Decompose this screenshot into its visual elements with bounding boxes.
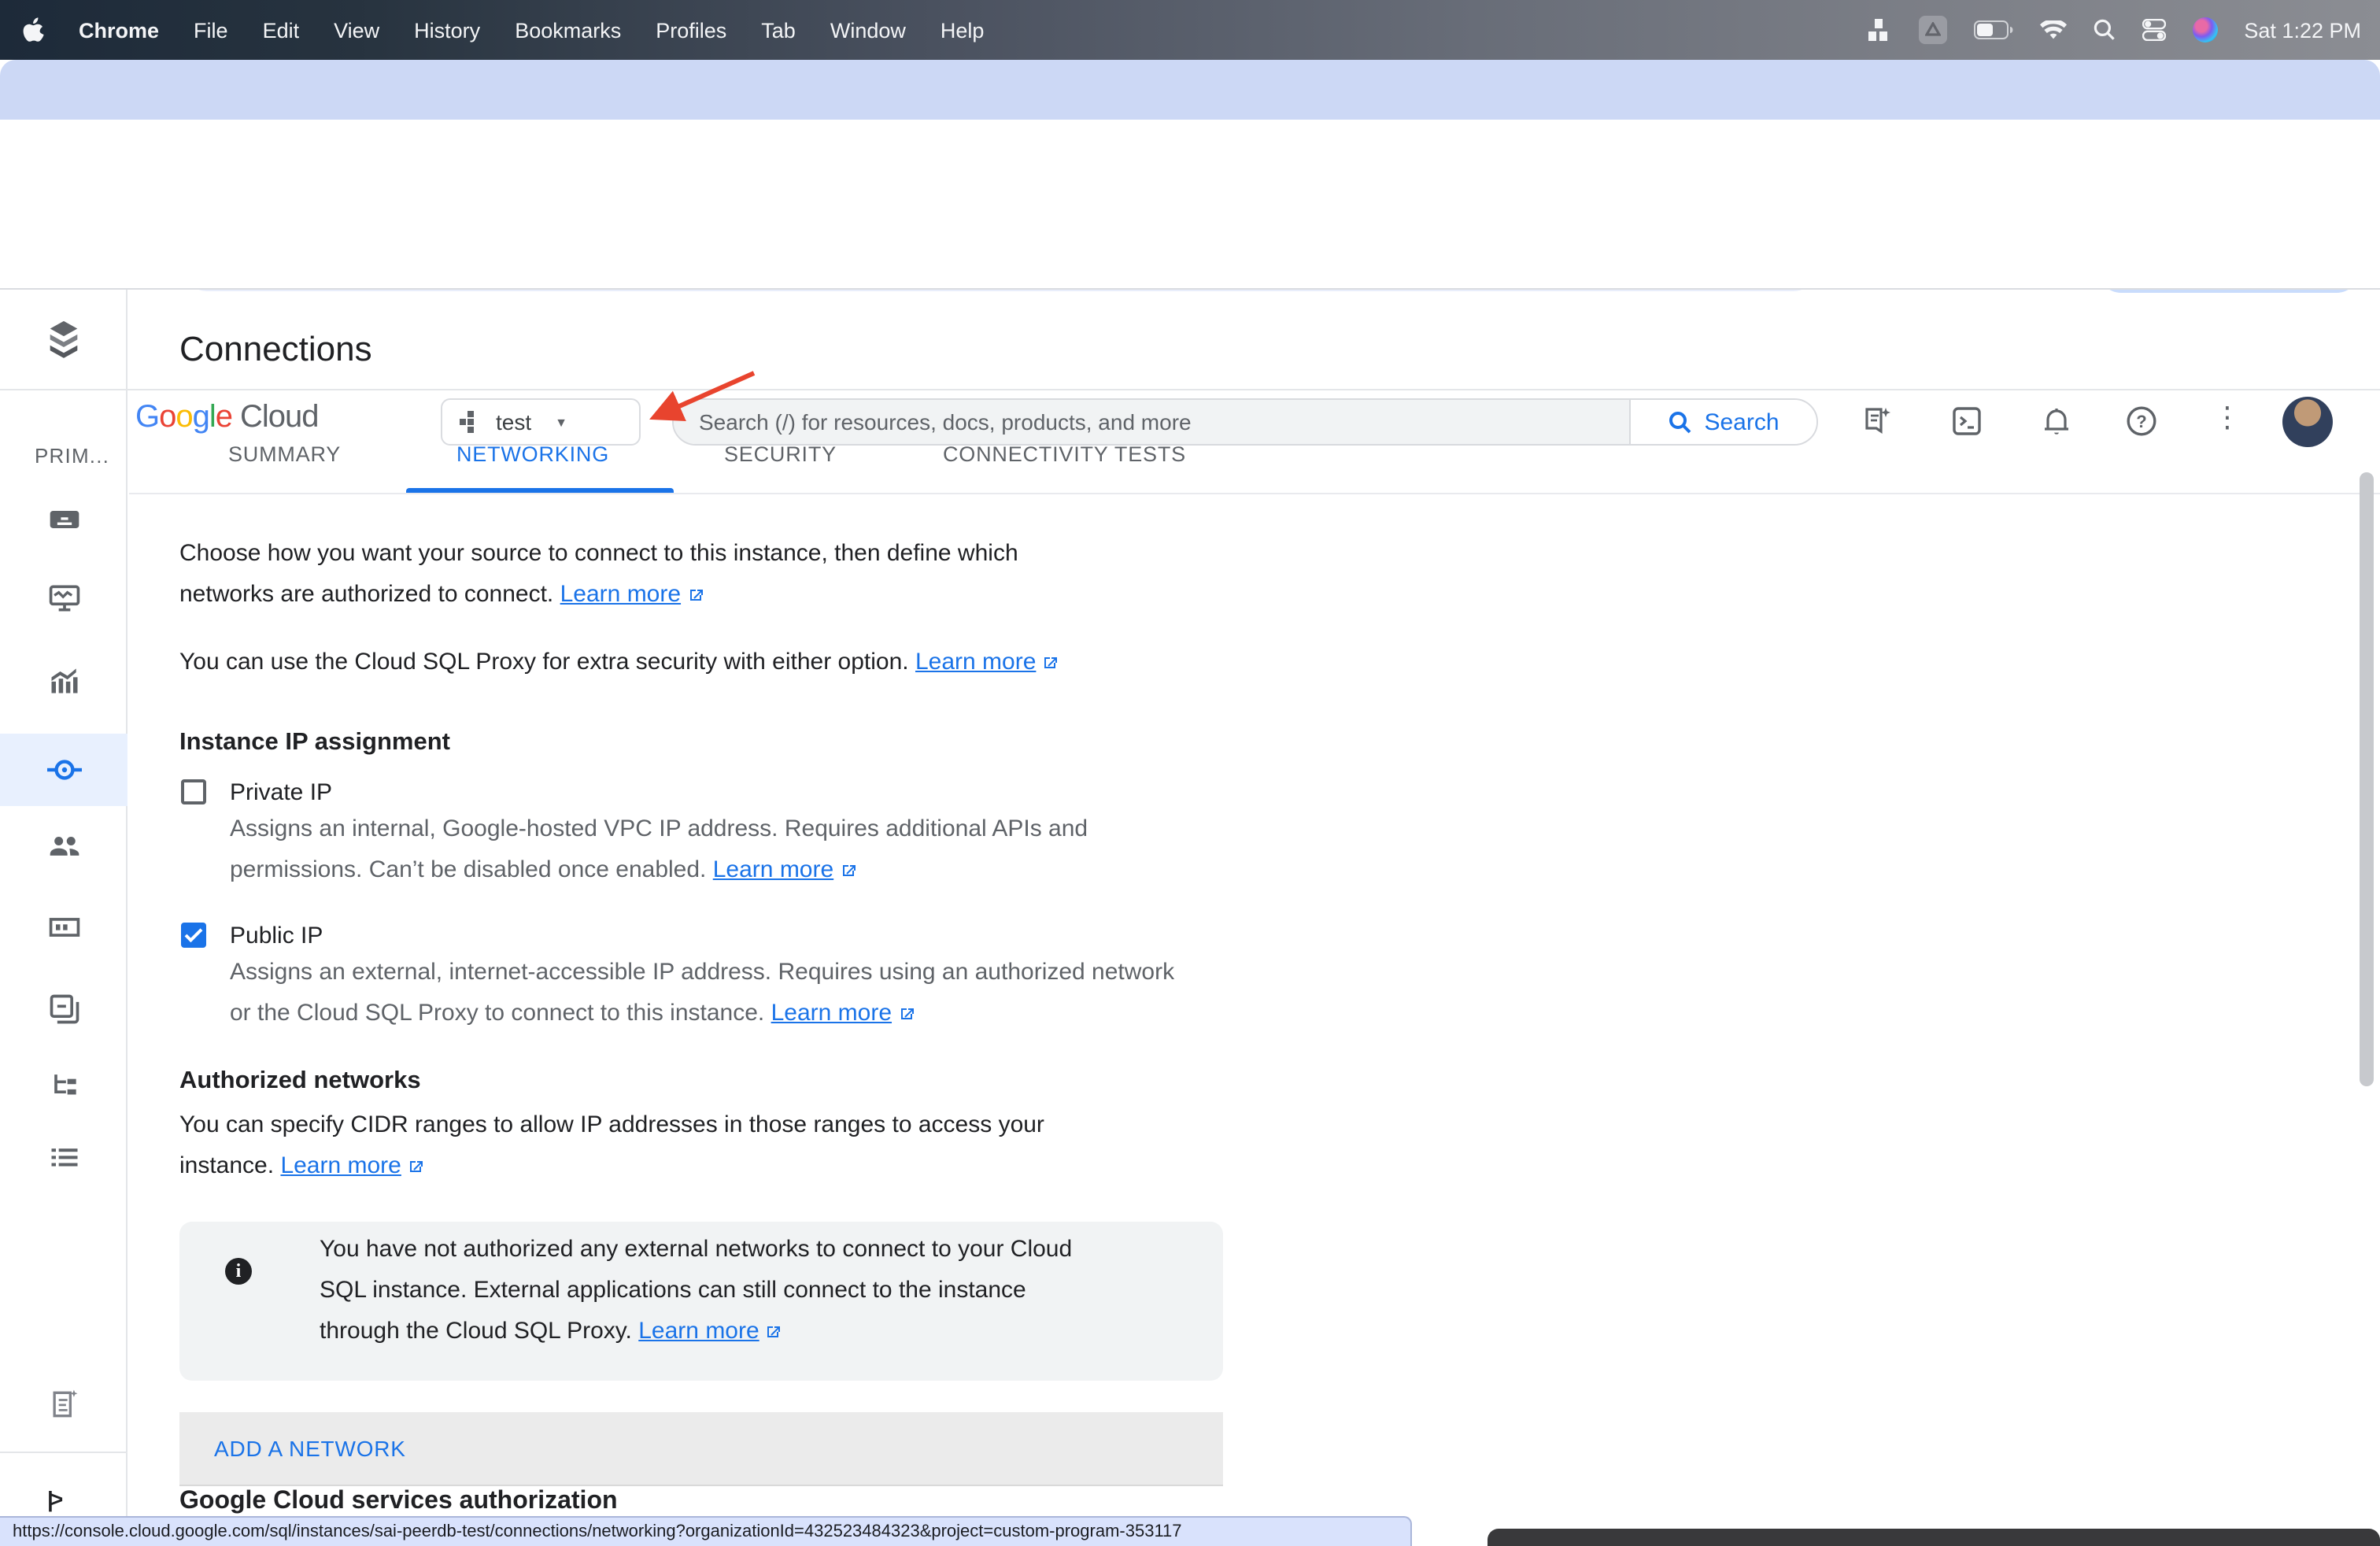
menu-window[interactable]: Window xyxy=(830,18,906,42)
battery-icon[interactable] xyxy=(1973,20,2012,39)
status-url: https://console.cloud.google.com/sql/ins… xyxy=(13,1522,1182,1541)
tab-security[interactable]: SECURITY xyxy=(724,442,837,466)
screen: Chrome File Edit View History Bookmarks … xyxy=(0,0,2380,1546)
menubar-app-icon[interactable] xyxy=(1918,16,1946,44)
menu-file[interactable]: File xyxy=(194,18,228,42)
google-cloud-logo[interactable]: GoogleCloud xyxy=(135,400,319,436)
external-link-icon xyxy=(406,1157,425,1176)
private-ip-checkbox[interactable] xyxy=(181,779,206,804)
svg-text:?: ? xyxy=(2136,412,2146,431)
gemini-notes-icon[interactable] xyxy=(1861,405,1894,438)
browser-tab-strip: Inbox (5 ✕ Conferen ✕ Peerdb ( ✕ DAIS DA… xyxy=(0,60,2380,120)
siri-icon[interactable] xyxy=(2192,17,2217,43)
cloud-shell-icon[interactable] xyxy=(1950,405,1983,438)
status-bubble: https://console.cloud.google.com/sql/ins… xyxy=(0,1516,1412,1546)
tab-summary[interactable]: SUMMARY xyxy=(228,442,341,466)
section-heading-authorized-networks: Authorized networks xyxy=(179,1067,421,1096)
project-name: test xyxy=(496,409,531,435)
scrollbar-thumb[interactable] xyxy=(2360,472,2374,1086)
account-avatar[interactable] xyxy=(2282,397,2333,447)
sidebar-item-users[interactable] xyxy=(0,809,128,882)
private-ip-description: Assigns an internal, Google-hosted VPC I… xyxy=(230,809,1237,891)
menubar-clock[interactable]: Sat 1:22 PM xyxy=(2244,18,2361,42)
more-icon[interactable]: ⋮ xyxy=(2213,401,2241,435)
search-input[interactable] xyxy=(674,400,1629,444)
learn-more-link[interactable]: Learn more xyxy=(560,575,704,616)
bottom-overlay-bar xyxy=(1488,1529,2380,1546)
gcp-search: Search xyxy=(672,398,1818,446)
public-ip-label: Public IP xyxy=(230,923,323,949)
learn-more-link[interactable]: Learn more xyxy=(713,850,857,891)
collapse-panel-icon[interactable]: |> xyxy=(47,1486,60,1511)
external-link-icon xyxy=(686,586,704,605)
page-title: Connections xyxy=(179,329,372,370)
info-banner-text: You have not authorized any external net… xyxy=(320,1230,1201,1352)
learn-more-link[interactable]: Learn more xyxy=(638,1311,782,1352)
menu-edit[interactable]: Edit xyxy=(263,18,300,42)
sidebar-section-label: PRIM... xyxy=(35,444,109,468)
sidebar-item-operations[interactable] xyxy=(0,1123,128,1195)
logo-google: Google xyxy=(135,400,232,435)
sidebar-divider xyxy=(0,1452,128,1453)
menu-view[interactable]: View xyxy=(334,18,379,42)
sidebar-item-backups[interactable] xyxy=(0,973,128,1045)
external-link-icon xyxy=(764,1322,783,1341)
info-icon: i xyxy=(225,1258,252,1285)
external-link-icon xyxy=(896,1004,915,1023)
menu-profiles[interactable]: Profiles xyxy=(656,18,726,42)
apple-icon[interactable] xyxy=(22,17,44,43)
tab-connectivity-tests[interactable]: CONNECTIVITY TESTS xyxy=(943,442,1186,466)
browser-toolbar: console.cloud.google.com/sql/instances/s… xyxy=(0,120,2380,179)
section-heading-services-authorization: Google Cloud services authorization xyxy=(179,1488,618,1516)
chevron-down-icon: ▼ xyxy=(555,415,567,429)
learn-more-link[interactable]: Learn more xyxy=(915,642,1059,683)
menu-bookmarks[interactable]: Bookmarks xyxy=(515,18,621,42)
private-ip-label: Private IP xyxy=(230,779,332,806)
menu-app-name[interactable]: Chrome xyxy=(79,18,159,42)
header-divider xyxy=(0,389,2380,390)
learn-more-link[interactable]: Learn more xyxy=(771,993,915,1034)
sidebar-item-replicas[interactable] xyxy=(0,1049,128,1121)
macos-menu-bar: Chrome File Edit View History Bookmarks … xyxy=(0,0,2380,60)
spotlight-icon[interactable] xyxy=(2093,19,2115,41)
sidebar-item-overview[interactable] xyxy=(0,483,128,556)
release-notes-icon[interactable] xyxy=(0,1368,128,1441)
annotation-arrow xyxy=(622,346,779,438)
control-center-icon[interactable] xyxy=(2142,19,2165,41)
public-ip-checkbox[interactable] xyxy=(181,923,206,948)
search-button[interactable]: Search xyxy=(1629,400,1816,444)
authorized-networks-description: You can specify CIDR ranges to allow IP … xyxy=(179,1105,1218,1187)
project-picker[interactable]: test ▼ xyxy=(441,398,641,446)
search-icon xyxy=(1668,410,1691,434)
intro-paragraph-2: You can use the Cloud SQL Proxy for extr… xyxy=(179,642,1218,683)
section-heading-ip-assignment: Instance IP assignment xyxy=(179,729,450,757)
checkmark-icon xyxy=(184,927,203,943)
external-link-icon xyxy=(838,861,857,880)
tabs-divider xyxy=(129,493,2380,494)
intro-paragraph-1: Choose how you want your source to conne… xyxy=(179,534,1218,616)
learn-more-link[interactable]: Learn more xyxy=(280,1146,424,1187)
menu-tab[interactable]: Tab xyxy=(761,18,796,42)
external-link-icon xyxy=(1040,653,1059,672)
stats-blocks-icon[interactable] xyxy=(1868,18,1891,42)
wifi-icon[interactable] xyxy=(2039,20,2066,40)
project-icon xyxy=(460,411,482,433)
public-ip-description: Assigns an external, internet-accessible… xyxy=(230,952,1269,1034)
add-network-button[interactable]: ADD A NETWORK xyxy=(179,1412,1223,1486)
tab-networking[interactable]: NETWORKING xyxy=(456,442,609,466)
sidebar-item-query-insights[interactable] xyxy=(0,644,128,716)
help-icon[interactable]: ? xyxy=(2125,405,2158,438)
logo-cloud: Cloud xyxy=(240,400,319,435)
sidebar-item-connections[interactable] xyxy=(0,734,128,806)
menu-history[interactable]: History xyxy=(414,18,480,42)
sidebar-item-system-insights[interactable] xyxy=(0,562,128,634)
notifications-icon[interactable] xyxy=(2040,405,2073,438)
menu-help[interactable]: Help xyxy=(941,18,985,42)
gcp-header: GoogleCloud test ▼ Search ? ⋮ xyxy=(0,179,2380,290)
sidebar-item-databases[interactable] xyxy=(0,891,128,963)
cloud-sql-product-icon xyxy=(44,320,83,359)
